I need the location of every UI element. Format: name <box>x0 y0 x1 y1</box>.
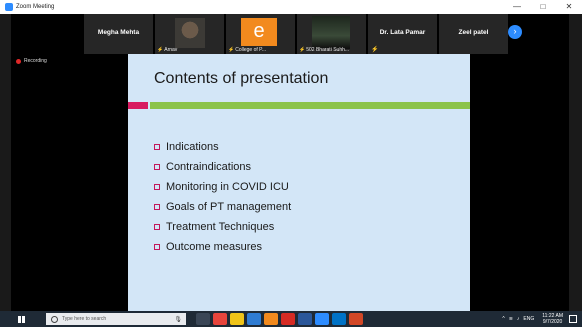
maximize-button[interactable]: □ <box>530 0 556 14</box>
zoom-icon[interactable] <box>315 313 329 325</box>
pinned-apps <box>196 313 366 325</box>
acrobat-icon[interactable] <box>281 313 295 325</box>
system-tray: ^ ≋ ♪ ENG 11:22 AM 9/7/2020 <box>502 313 582 325</box>
muted-mic-icon: ⚡ <box>157 47 164 53</box>
participant-tile[interactable]: Dr. Lata Pamar ⚡ <box>368 14 437 54</box>
slide-title: Contents of presentation <box>154 70 329 87</box>
microphone-icon[interactable]: 🎙 <box>174 316 182 323</box>
participant-caption: ⚡Arnav <box>157 47 178 53</box>
record-dot-icon <box>16 58 21 64</box>
search-icon <box>51 315 58 323</box>
participant-tile[interactable]: ⚡502 Bharati Suhh... <box>297 14 366 54</box>
word-icon[interactable] <box>298 313 312 325</box>
chrome-icon[interactable] <box>213 313 227 325</box>
recording-indicator: Recording <box>16 58 47 64</box>
participant-gallery: Megha Mehta ⚡Arnav e ⚡College of P... ⚡5… <box>84 14 534 54</box>
muted-mic-icon: ⚡ <box>299 47 306 53</box>
participant-name: Megha Mehta <box>97 29 140 36</box>
language-indicator[interactable]: ENG <box>523 316 534 322</box>
shared-slide: Contents of presentation Indications Con… <box>128 54 470 311</box>
windows-taskbar: Type here to search 🎙 ^ ≋ ♪ ENG 11:22 AM… <box>0 311 582 327</box>
tray-chevron-icon[interactable]: ^ <box>502 316 504 322</box>
task-view-icon[interactable] <box>196 313 210 325</box>
search-placeholder: Type here to search <box>62 316 107 322</box>
participant-name: Dr. Lata Pamar <box>379 29 426 36</box>
accent-bar-green <box>150 102 470 109</box>
minimize-button[interactable]: — <box>504 0 530 14</box>
muted-mic-icon: ⚡ <box>228 47 235 53</box>
participant-caption: ⚡College of P... <box>228 47 266 53</box>
clock-date: 9/7/2020 <box>542 319 563 325</box>
muted-mic-icon: ⚡ <box>371 47 379 53</box>
window-title: Zoom Meeting <box>16 4 55 10</box>
zoom-app-icon <box>5 3 13 11</box>
bullet-square-icon <box>154 224 160 230</box>
recording-label: Recording <box>24 58 47 64</box>
bullet-item: Goals of PT management <box>154 197 291 217</box>
bullet-item: Indications <box>154 137 291 157</box>
bullet-list: Indications Contraindications Monitoring… <box>154 137 291 257</box>
wifi-icon[interactable]: ≋ <box>509 316 513 322</box>
participant-video <box>175 18 205 48</box>
bullet-square-icon <box>154 144 160 150</box>
participant-tile[interactable]: Megha Mehta <box>84 14 153 54</box>
outlook-icon[interactable] <box>332 313 346 325</box>
participant-tile[interactable]: Zeel patel <box>439 14 508 54</box>
taskbar-clock[interactable]: 11:22 AM 9/7/2020 <box>542 313 563 325</box>
accent-bar-pink <box>128 102 148 109</box>
powerpoint-icon[interactable] <box>349 313 363 325</box>
participant-tile[interactable]: e ⚡College of P... <box>226 14 295 54</box>
participant-name: Zeel patel <box>458 29 489 36</box>
bullet-square-icon <box>154 184 160 190</box>
windows-logo-icon <box>17 315 25 323</box>
bullet-square-icon <box>154 164 160 170</box>
file-explorer-icon[interactable] <box>230 313 244 325</box>
participant-logo: e <box>241 18 277 46</box>
bullet-square-icon <box>154 204 160 210</box>
participant-caption: ⚡502 Bharati Suhh... <box>299 47 350 53</box>
edge-icon[interactable] <box>247 313 261 325</box>
bullet-item: Treatment Techniques <box>154 217 291 237</box>
start-button[interactable] <box>14 311 28 327</box>
volume-icon[interactable]: ♪ <box>517 316 520 322</box>
close-button[interactable]: ✕ <box>556 0 582 14</box>
notification-icon[interactable] <box>569 315 577 323</box>
bullet-square-icon <box>154 244 160 250</box>
bullet-item: Contraindications <box>154 157 291 177</box>
vlc-icon[interactable] <box>264 313 278 325</box>
taskbar-search-box[interactable]: Type here to search 🎙 <box>46 313 186 325</box>
next-page-button[interactable]: › <box>508 25 522 39</box>
participant-video <box>312 16 350 49</box>
bullet-item: Outcome measures <box>154 237 291 257</box>
participant-tile[interactable]: ⚡Arnav <box>155 14 224 54</box>
meeting-stage: Megha Mehta ⚡Arnav e ⚡College of P... ⚡5… <box>11 14 569 311</box>
bullet-item: Monitoring in COVID ICU <box>154 177 291 197</box>
window-titlebar: Zoom Meeting — □ ✕ <box>0 0 582 14</box>
